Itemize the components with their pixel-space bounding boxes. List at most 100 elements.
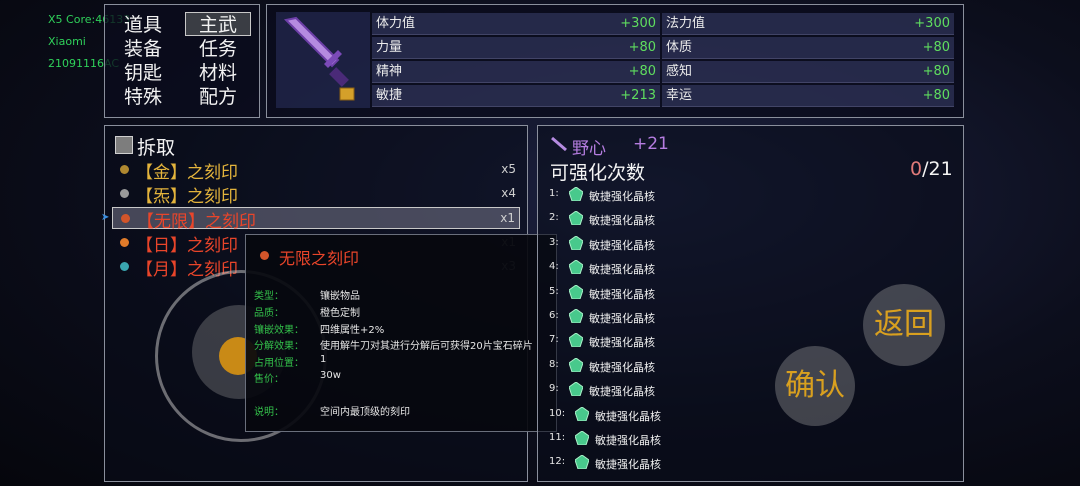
material-row: 8: 敏捷强化晶核 (549, 356, 709, 376)
tooltip-value: 橙色定制 (320, 308, 360, 319)
material-index: 4: (549, 261, 559, 273)
stat-value: +300 (620, 16, 656, 31)
item-name: 【日】之刻印 (136, 236, 238, 256)
stat-value: +300 (914, 16, 950, 31)
tooltip-key: 分解效果： (254, 341, 304, 352)
tooltip-key: 说明： (254, 407, 284, 418)
item-name: 【金】之刻印 (136, 163, 238, 183)
crystal-core-icon (568, 357, 584, 373)
sword-icon (283, 16, 355, 101)
stat-name: 法力值 (666, 16, 706, 31)
material-index: 10: (549, 407, 566, 419)
material-row: 4: 敏捷强化晶核 (549, 258, 709, 278)
material-name: 敏捷强化晶核 (589, 287, 655, 301)
material-name: 敏捷强化晶核 (589, 360, 655, 374)
dismantle-checkbox[interactable] (115, 136, 133, 154)
tab-items[interactable]: 道具 (110, 13, 176, 37)
stat-agility: 敏捷 +213 (372, 85, 660, 107)
tab-main-weapon[interactable]: 主武 (185, 12, 251, 36)
crystal-core-icon (568, 210, 584, 226)
tooltip-value: 30w (320, 370, 341, 381)
material-index: 12: (549, 456, 566, 468)
confirm-button[interactable]: 确认 (775, 346, 855, 426)
tooltip-value: 1 (320, 354, 327, 365)
crystal-core-icon (568, 235, 584, 251)
material-index: 7: (549, 334, 559, 346)
seal-icon (121, 214, 130, 223)
material-index: 11: (549, 432, 566, 443)
seal-icon (120, 165, 129, 174)
stat-value: +80 (922, 40, 950, 55)
dismantle-label: 拆取 (137, 137, 176, 159)
seal-icon (120, 262, 129, 271)
tooltip-key: 占用位置： (254, 358, 304, 369)
material-row: 7: 敏捷强化晶核 (549, 331, 709, 351)
back-button[interactable]: 返回 (863, 284, 945, 366)
enhance-max: /21 (922, 158, 953, 180)
stat-mp: 法力值 +300 (662, 13, 954, 35)
crystal-core-icon (568, 283, 584, 300)
tab-materials[interactable]: 材料 (185, 61, 251, 85)
material-row: 1: 敏捷强化晶核 (549, 185, 709, 205)
item-tooltip: 无限之刻印 类型： 镶嵌物品 品质： 橙色定制 镶嵌效果： 四维属性+2% 分解… (245, 234, 557, 432)
enhance-count: 0/21 (910, 158, 953, 180)
material-index: 5: (549, 285, 559, 297)
material-index: 1: (549, 188, 559, 199)
stat-name: 力量 (376, 40, 403, 55)
tab-special[interactable]: 特殊 (110, 85, 176, 109)
tooltip-key: 品质： (254, 308, 284, 319)
item-count: x5 (501, 162, 516, 176)
stat-name: 体质 (666, 40, 693, 55)
tab-keys[interactable]: 钥匙 (110, 61, 176, 85)
enhance-current: 0 (910, 158, 923, 180)
seal-icon (120, 189, 129, 198)
stat-strength: 力量 +80 (372, 37, 660, 59)
material-row: 10: 敏捷强化晶核 (549, 405, 709, 425)
stat-name: 幸运 (666, 88, 693, 103)
material-row: 3: 敏捷强化晶核 (549, 234, 709, 254)
tooltip-key: 镶嵌效果： (254, 325, 304, 336)
weapon-name: 野心 (572, 139, 606, 159)
material-row: 2: 敏捷强化晶核 (549, 209, 709, 229)
material-name: 敏捷强化晶核 (595, 434, 661, 447)
crystal-core-icon (568, 332, 584, 348)
weapon-small-icon (550, 136, 570, 152)
tab-recipes[interactable]: 配方 (185, 85, 251, 109)
weapon-icon (276, 12, 370, 108)
tooltip-seal-icon (260, 251, 269, 260)
material-index: 8: (549, 358, 559, 370)
stat-value: +213 (620, 88, 656, 103)
tooltip-title: 无限之刻印 (279, 249, 360, 268)
material-index: 9: (549, 383, 559, 395)
crystal-core-icon (568, 259, 584, 275)
stat-constitution: 体质 +80 (662, 37, 954, 59)
material-name: 敏捷强化晶核 (595, 409, 661, 423)
material-name: 敏捷强化晶核 (589, 190, 655, 203)
tooltip-key: 类型： (254, 291, 284, 302)
crystal-core-icon (568, 308, 584, 324)
stat-luck: 幸运 +80 (662, 85, 954, 107)
list-item-gold-seal[interactable]: 【金】之刻印 x5 (112, 159, 520, 183)
material-name: 敏捷强化晶核 (595, 458, 661, 472)
tab-quests[interactable]: 任务 (185, 37, 251, 61)
stat-value: +80 (628, 40, 656, 55)
stat-name: 敏捷 (376, 88, 403, 103)
crystal-core-icon (568, 186, 584, 202)
tab-equipment[interactable]: 装备 (110, 37, 176, 61)
stat-value: +80 (628, 64, 656, 79)
stat-hp: 体力值 +300 (372, 13, 660, 35)
material-name: 敏捷强化晶核 (589, 312, 655, 325)
stat-name: 精神 (376, 64, 403, 79)
stat-value: +80 (922, 88, 950, 103)
list-item-infinity-seal[interactable]: 【无限】之刻印 x1 (112, 207, 520, 232)
stat-name: 体力值 (376, 16, 416, 31)
tooltip-key: 售价： (254, 374, 284, 385)
crystal-core-icon (568, 381, 584, 397)
stat-name: 感知 (666, 64, 693, 79)
material-index: 2: (549, 212, 559, 224)
stat-spirit: 精神 +80 (372, 61, 660, 83)
list-item-qi-seal[interactable]: 【炁】之刻印 x4 (112, 183, 520, 207)
material-row: 12: 敏捷强化晶核 (549, 453, 709, 473)
sword-small-icon (551, 136, 567, 152)
material-index: 3: (549, 236, 559, 248)
